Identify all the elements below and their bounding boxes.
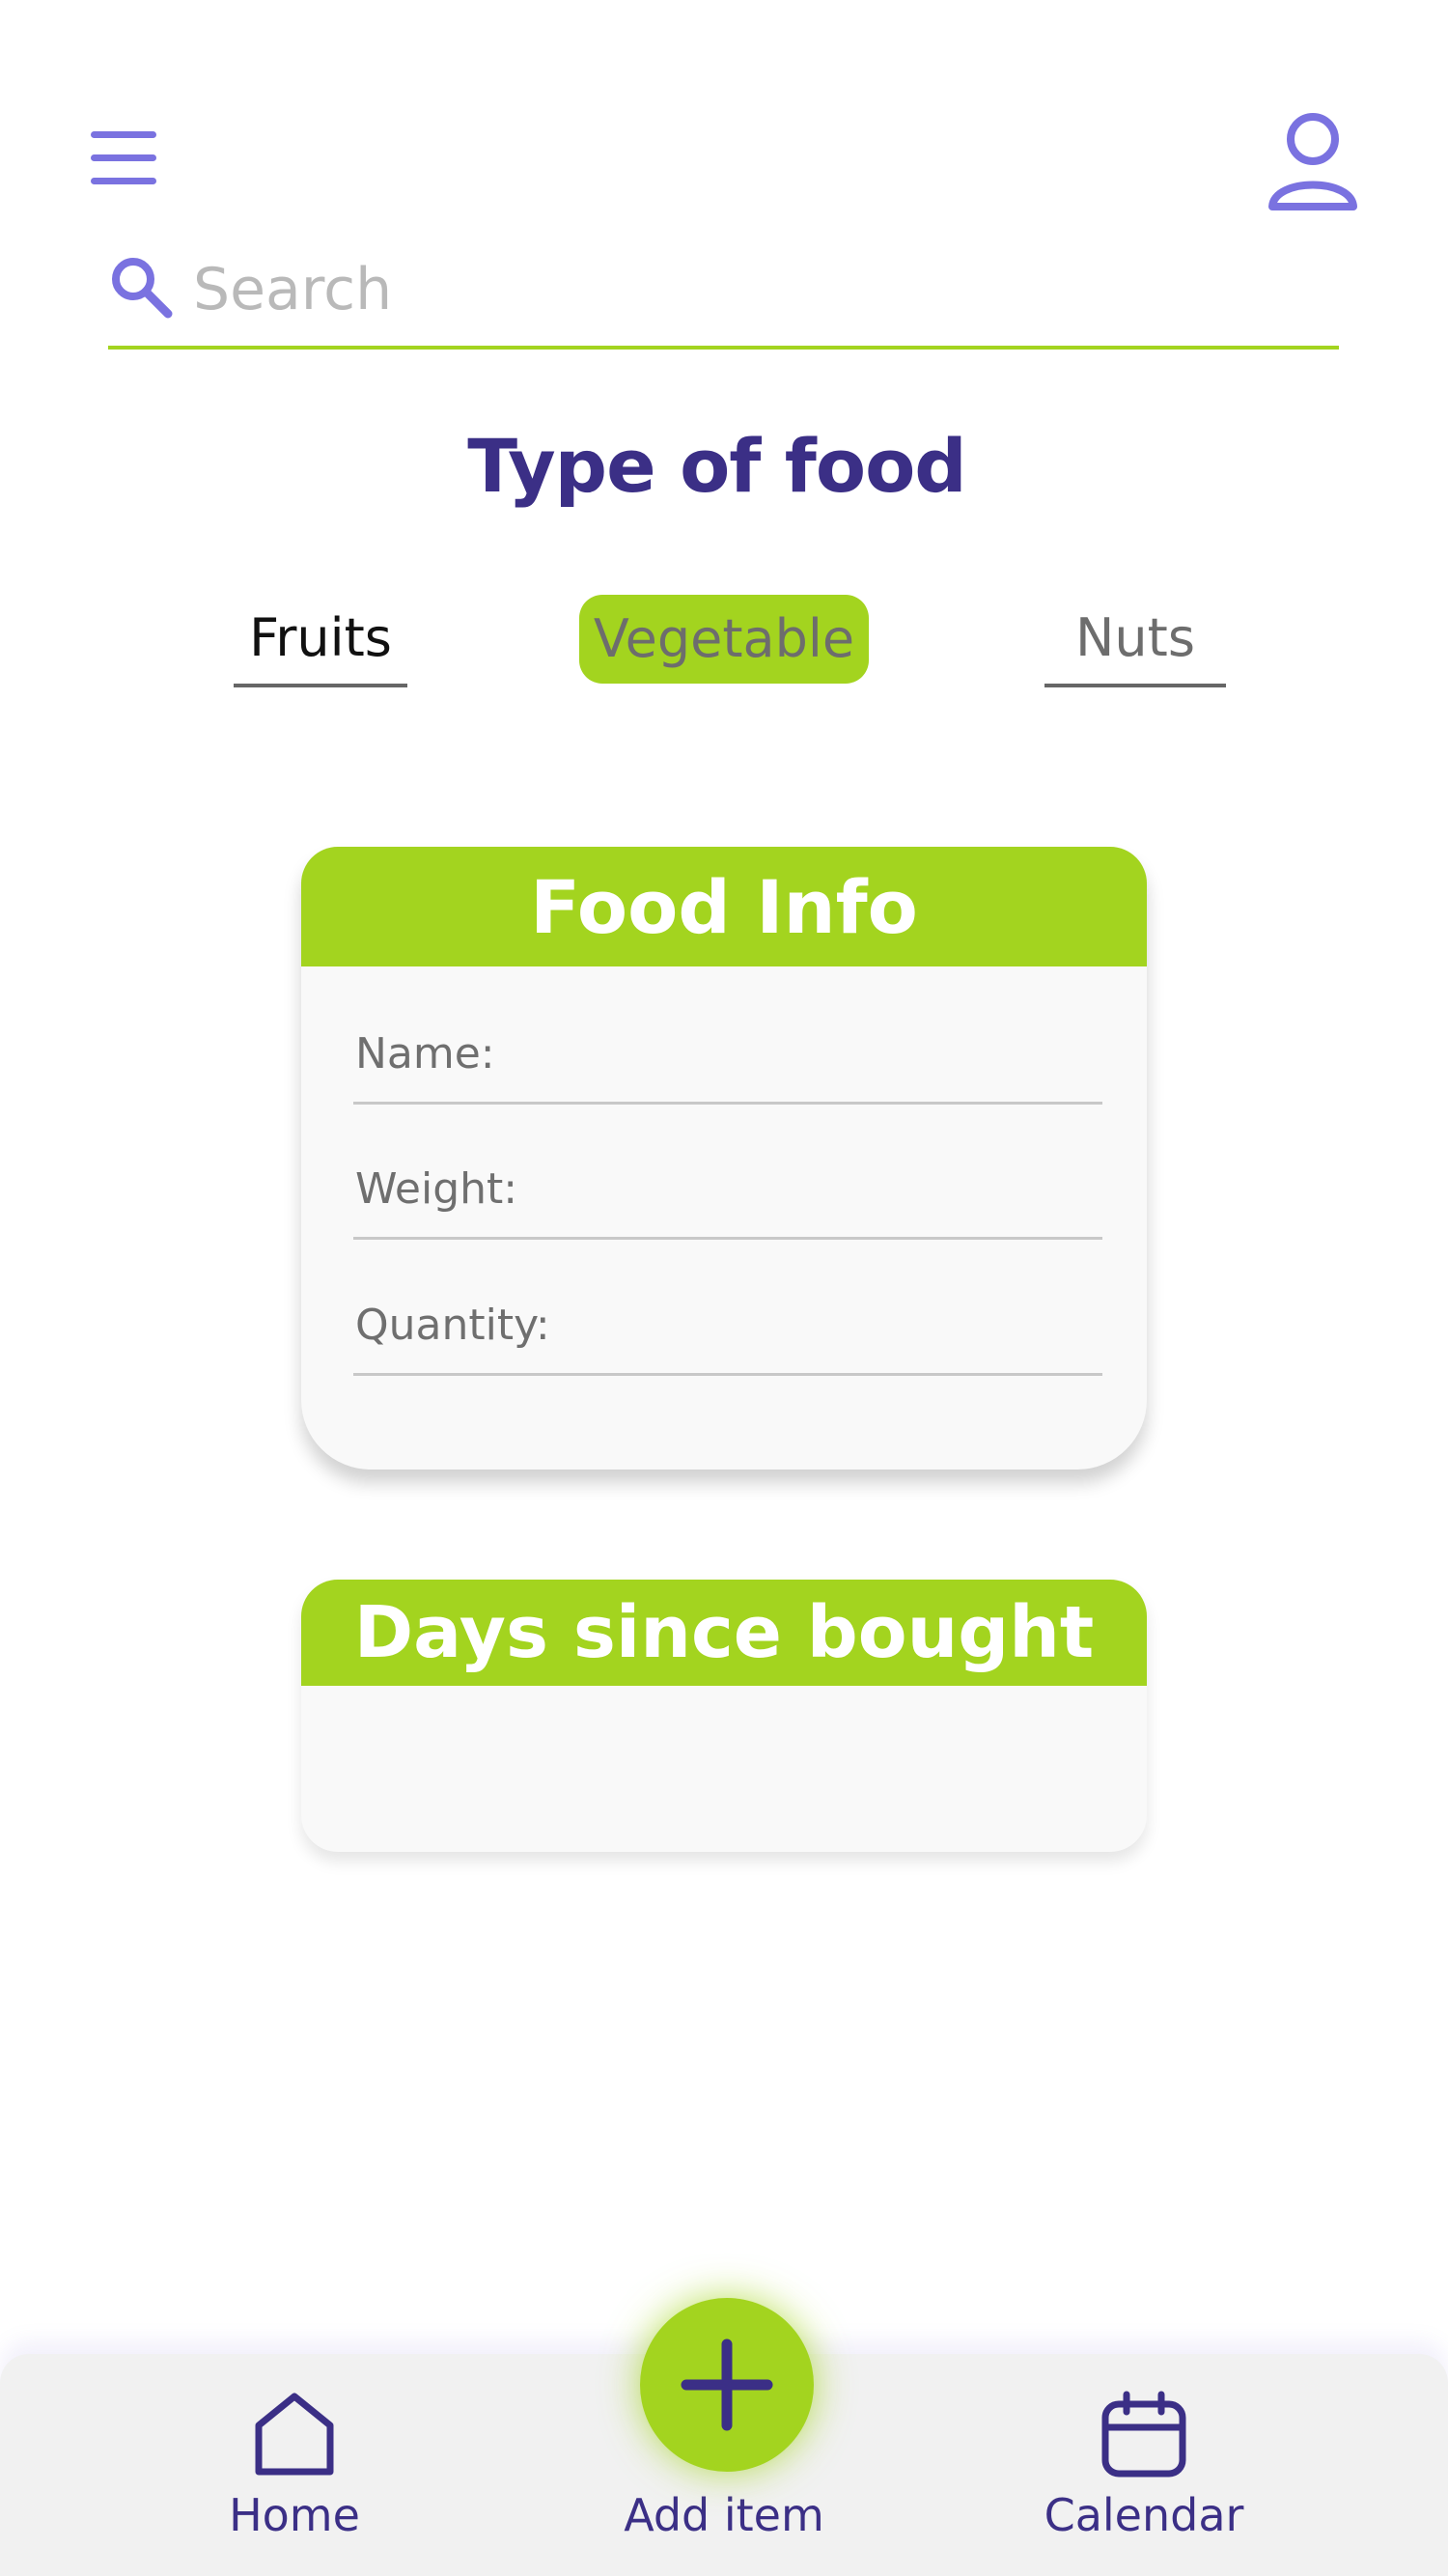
food-info-title: Food Info <box>301 847 1147 966</box>
days-since-bought-title: Days since bought <box>301 1580 1147 1686</box>
weight-field[interactable]: Weight: <box>353 1153 1102 1240</box>
quantity-field[interactable]: Quantity: <box>353 1289 1102 1376</box>
name-label: Name: <box>355 1029 495 1078</box>
search-bar <box>108 246 1339 350</box>
tab-vegetable-label: Vegetable <box>593 608 855 669</box>
user-icon[interactable] <box>1265 110 1361 216</box>
tab-nuts[interactable]: Nuts <box>1044 612 1226 687</box>
tab-fruits[interactable]: Fruits <box>234 612 407 687</box>
quantity-label: Quantity: <box>355 1301 550 1350</box>
nav-calendar[interactable]: Calendar <box>1033 2385 1255 2559</box>
weight-label: Weight: <box>355 1164 518 1214</box>
plus-icon <box>681 2338 773 2431</box>
food-info-card: Food Info Name: Weight: Quantity: <box>301 847 1147 1470</box>
search-icon <box>108 254 174 320</box>
page-title: Type of food <box>467 423 966 509</box>
tab-vegetable[interactable]: Vegetable <box>579 595 869 684</box>
name-field[interactable]: Name: <box>353 1018 1102 1105</box>
nav-home-label: Home <box>229 2489 360 2541</box>
nav-calendar-label: Calendar <box>1044 2489 1244 2541</box>
search-underline <box>108 346 1339 350</box>
food-info-body: Name: Weight: Quantity: <box>301 966 1147 1470</box>
calendar-icon <box>1100 2391 1188 2479</box>
days-since-bought-card: Days since bought <box>301 1580 1147 1852</box>
home-icon <box>251 2391 338 2478</box>
add-item-button[interactable] <box>640 2298 814 2472</box>
nav-home[interactable]: Home <box>222 2385 367 2559</box>
search-input[interactable] <box>193 246 1303 333</box>
hamburger-menu-icon[interactable] <box>85 127 162 189</box>
nav-add-item-label: Add item <box>624 2489 824 2541</box>
